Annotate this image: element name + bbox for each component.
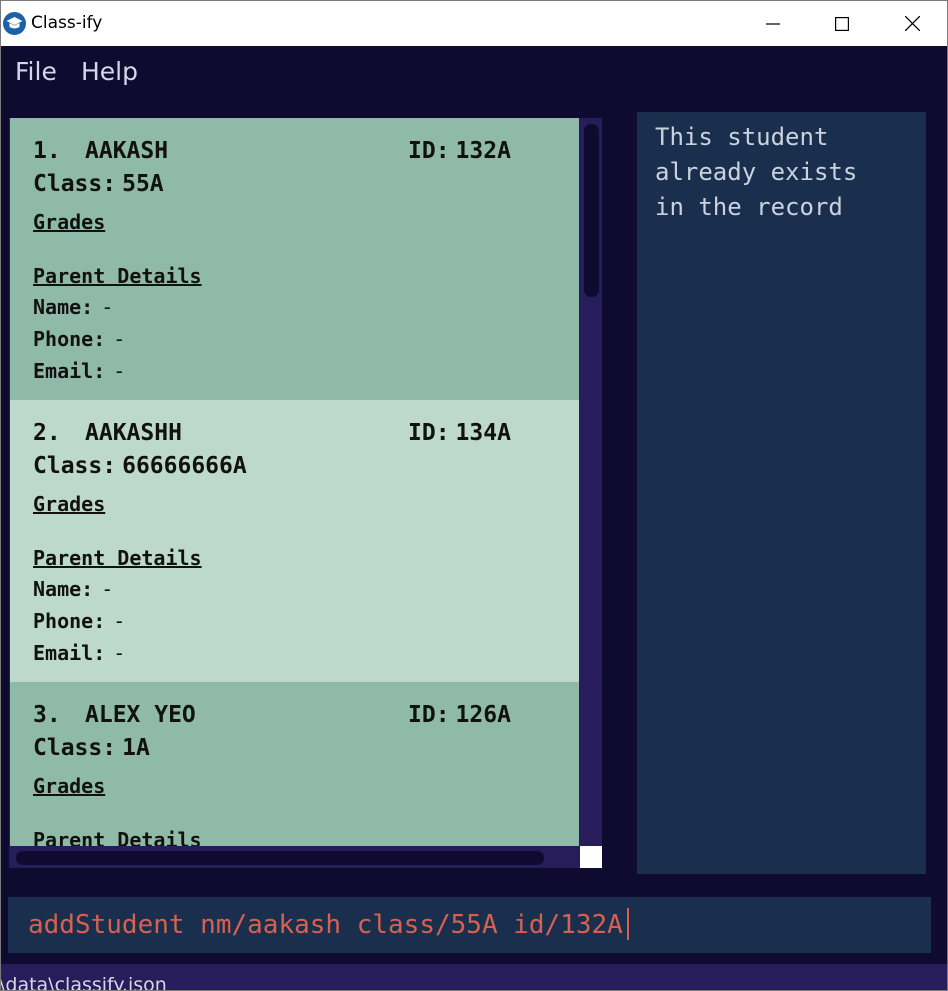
parent-email: Email: - [33, 359, 125, 383]
parent-details-heading: Parent Details [33, 546, 202, 570]
student-class-label: Class: [33, 453, 117, 479]
close-button[interactable] [877, 1, 947, 46]
parent-email-value: - [113, 359, 126, 383]
student-id-value: 126A [455, 702, 511, 728]
student-id: ID: 132A [408, 138, 511, 164]
student-id-label: ID: [408, 138, 450, 164]
parent-details-heading: Parent Details [33, 828, 202, 846]
parent-phone-value: - [113, 327, 126, 351]
parent-phone-label: Phone: [33, 327, 106, 351]
student-name: ALEX YEO [85, 702, 196, 728]
student-class-value: 1A [122, 735, 150, 761]
parent-email-label: Email: [33, 641, 106, 665]
student-list[interactable]: 1. AAKASH ID: 132A Class: 55A Grades Paren… [10, 118, 579, 846]
parent-name-value: - [101, 295, 114, 319]
scrollbar-corner [580, 846, 602, 868]
vertical-scrollbar-thumb[interactable] [584, 124, 599, 297]
student-class-value: 55A [122, 171, 164, 197]
grades-heading: Grades [33, 492, 106, 516]
student-card[interactable]: 1. AAKASH ID: 132A Class: 55A Grades Paren… [10, 118, 579, 400]
student-index: 1. [33, 138, 61, 164]
student-index: 2. [33, 420, 61, 446]
menu-bar: File Help [1, 46, 947, 101]
minimize-icon [766, 22, 780, 25]
student-id-label: ID: [408, 420, 450, 446]
parent-phone-value: - [113, 609, 126, 633]
student-list-panel: 1. AAKASH ID: 132A Class: 55A Grades Paren… [9, 118, 602, 868]
student-id: ID: 134A [408, 420, 511, 446]
student-card[interactable]: 2. AAKASHH ID: 134A Class: 66666666A Grade… [10, 400, 579, 682]
student-id: ID: 126A [408, 702, 511, 728]
student-card[interactable]: 3. ALEX YEO ID: 126A Class: 1A Grades Pare… [10, 682, 579, 846]
parent-name-label: Name: [33, 577, 94, 601]
close-icon [904, 16, 920, 31]
student-class: Class: 1A [33, 735, 150, 761]
student-name: AAKASHH [85, 420, 182, 446]
title-bar: Class-ify [1, 1, 947, 46]
parent-phone: Phone: - [33, 327, 125, 351]
parent-name: Name: - [33, 577, 113, 601]
parent-email-label: Email: [33, 359, 106, 383]
status-bar: \data\classify.json [0, 964, 947, 991]
parent-details-heading: Parent Details [33, 264, 202, 288]
student-class: Class: 66666666A [33, 453, 247, 479]
student-id-value: 134A [455, 420, 511, 446]
parent-email: Email: - [33, 641, 125, 665]
result-display: This student already exists in the recor… [637, 112, 926, 874]
parent-name-label: Name: [33, 295, 94, 319]
student-index: 3. [33, 702, 61, 728]
text-caret [627, 908, 629, 940]
minimize-button[interactable] [738, 1, 808, 46]
save-location-path: \data\classify.json [0, 974, 167, 991]
student-class-label: Class: [33, 171, 117, 197]
menu-file[interactable]: File [15, 57, 57, 86]
command-input[interactable] [8, 897, 931, 953]
student-class-label: Class: [33, 735, 117, 761]
app-window: Class-ify File Help 1. AAKASH ID: 132A Cl… [0, 0, 948, 991]
graduation-cap-icon [3, 12, 26, 35]
parent-name: Name: - [33, 295, 113, 319]
parent-email-value: - [113, 641, 126, 665]
parent-phone: Phone: - [33, 609, 125, 633]
grades-heading: Grades [33, 210, 106, 234]
grades-heading: Grades [33, 774, 106, 798]
parent-name-value: - [101, 577, 114, 601]
maximize-button[interactable] [807, 1, 877, 46]
window-title: Class-ify [31, 13, 103, 33]
student-name: AAKASH [85, 138, 169, 164]
student-class-value: 66666666A [122, 453, 247, 479]
maximize-icon [835, 16, 849, 31]
student-class: Class: 55A [33, 171, 164, 197]
horizontal-scrollbar-thumb[interactable] [16, 851, 544, 865]
parent-phone-label: Phone: [33, 609, 106, 633]
student-id-value: 132A [455, 138, 511, 164]
menu-help[interactable]: Help [81, 57, 138, 86]
command-box[interactable] [8, 897, 931, 953]
student-id-label: ID: [408, 702, 450, 728]
result-message: This student already exists in the recor… [655, 123, 858, 221]
